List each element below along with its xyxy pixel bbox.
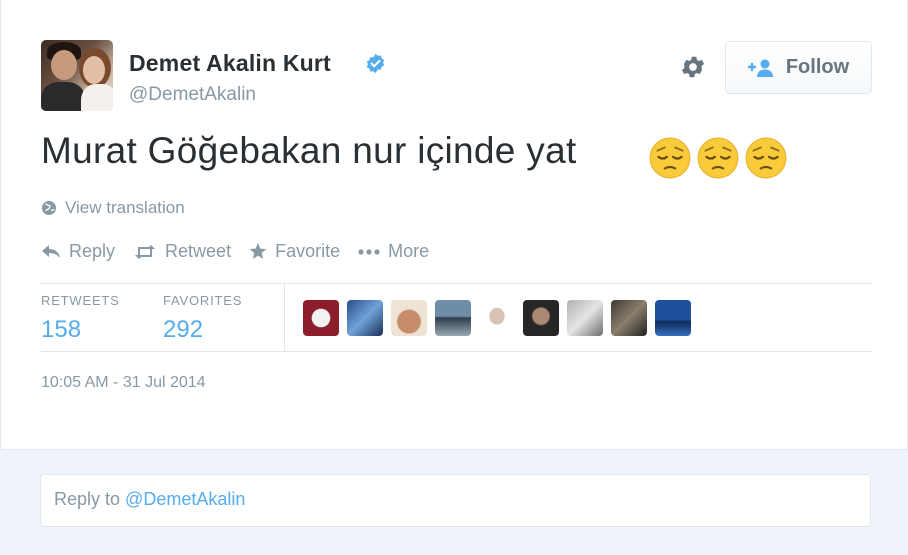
reply-arrow-icon <box>42 244 60 258</box>
globe-icon <box>42 201 56 215</box>
tweet-card: Demet Akalin Kurt @DemetAkalin Follow Mu… <box>0 0 908 449</box>
add-user-icon <box>747 59 773 77</box>
user-name[interactable]: Demet Akalin Kurt <box>129 50 331 77</box>
favorites-stat-label: FAVORITES <box>163 293 243 308</box>
retweet-label: Retweet <box>165 241 232 261</box>
favoriter-avatar[interactable] <box>303 300 339 336</box>
reply-input[interactable]: Reply to @DemetAkalin <box>40 474 871 527</box>
tweet-text: Murat Göğebakan nur içinde yat <box>41 130 577 171</box>
verified-badge-icon <box>366 53 385 74</box>
retweet-icon <box>135 244 156 259</box>
tweet-timestamp[interactable]: 10:05 AM - 31 Jul 2014 <box>41 374 206 392</box>
divider <box>41 283 872 284</box>
retweets-count: 158 <box>41 316 82 343</box>
user-handle[interactable]: @DemetAkalin <box>129 84 256 106</box>
favoriter-avatar[interactable] <box>567 300 603 336</box>
retweets-stat-label: RETWEETS <box>41 293 120 308</box>
more-action[interactable]: More <box>358 241 429 262</box>
favoriter-avatar[interactable] <box>611 300 647 336</box>
favoriter-avatar[interactable] <box>655 300 691 336</box>
reply-mention: @DemetAkalin <box>125 489 246 509</box>
reply-action[interactable]: Reply <box>41 241 115 262</box>
pensive-face-emoji-icon <box>697 137 739 179</box>
view-translation-label: View translation <box>65 198 185 217</box>
stats-divider <box>284 283 285 351</box>
avatar[interactable] <box>41 40 113 111</box>
favoriter-avatar[interactable] <box>479 300 515 336</box>
reply-label: Reply <box>69 241 116 261</box>
reply-prefix: Reply to <box>54 489 126 509</box>
tweet-emojis <box>649 137 787 179</box>
star-icon <box>249 243 267 259</box>
tweet-actions: Reply Retweet Favorite More <box>41 241 447 262</box>
view-translation-link[interactable]: View translation <box>41 198 185 218</box>
favoriter-avatar[interactable] <box>347 300 383 336</box>
avatar-photo-part <box>51 50 77 80</box>
avatar-photo-part <box>41 82 85 111</box>
favoriter-avatar[interactable] <box>391 300 427 336</box>
favorites-stat[interactable]: FAVORITES 292 <box>163 293 242 344</box>
favorite-action[interactable]: Favorite <box>249 241 340 262</box>
pensive-face-emoji-icon <box>745 137 787 179</box>
gear-icon[interactable] <box>679 53 707 81</box>
avatar-photo-part <box>83 56 105 84</box>
favorite-label: Favorite <box>275 241 341 261</box>
retweets-stat[interactable]: RETWEETS 158 <box>41 293 120 344</box>
favoriter-avatars <box>303 300 691 336</box>
retweet-action[interactable]: Retweet <box>133 241 231 262</box>
more-dots-icon <box>358 248 380 255</box>
favorites-count: 292 <box>163 316 204 343</box>
divider <box>41 351 872 352</box>
more-label: More <box>388 241 430 261</box>
favoriter-avatar[interactable] <box>435 300 471 336</box>
pensive-face-emoji-icon <box>649 137 691 179</box>
favoriter-avatar[interactable] <box>523 300 559 336</box>
reply-area: Reply to @DemetAkalin <box>0 449 908 555</box>
follow-label: Follow <box>785 56 850 78</box>
avatar-photo-part <box>81 84 113 111</box>
follow-button[interactable]: Follow <box>725 41 872 94</box>
